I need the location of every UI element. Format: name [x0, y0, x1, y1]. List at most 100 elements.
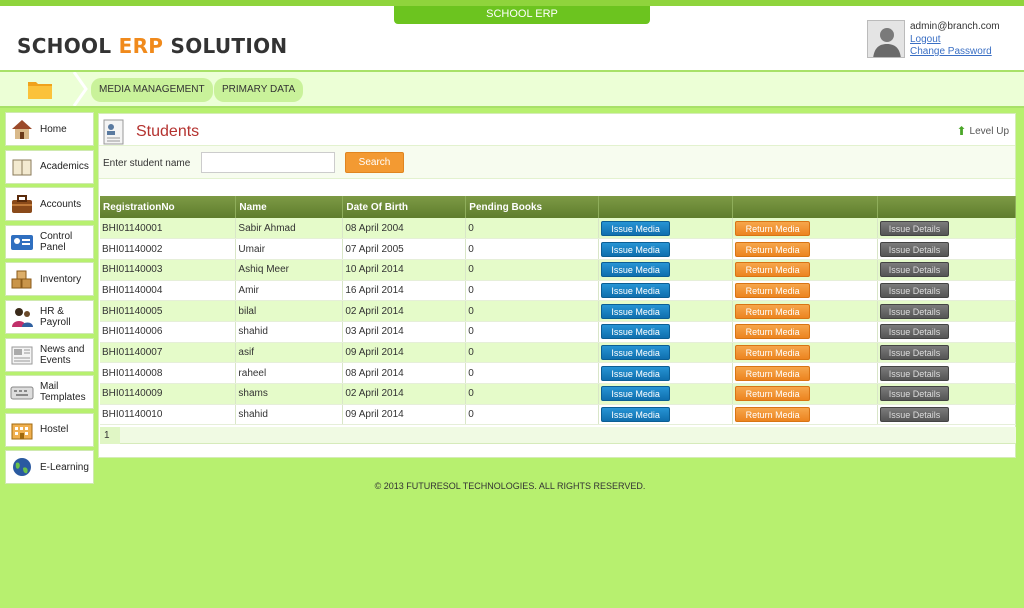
breadcrumb-media-management[interactable]: MEDIA MANAGEMENT — [91, 78, 213, 102]
building-icon — [11, 423, 33, 440]
level-up-link[interactable]: ⬆ Level Up — [956, 124, 1009, 138]
issue-details-button[interactable]: Issue Details — [880, 407, 950, 423]
issue-media-button[interactable]: Issue Media — [601, 220, 671, 236]
action-cell: Issue Details — [877, 321, 1016, 343]
issue-details-button[interactable]: Issue Details — [880, 241, 950, 257]
issue-media-button[interactable]: Issue Media — [601, 324, 671, 340]
action-cell: Return Media — [732, 321, 879, 343]
action-cell: Issue Media — [598, 300, 734, 322]
student-search-input[interactable] — [201, 152, 335, 173]
issue-media-button[interactable]: Issue Media — [601, 303, 671, 319]
user-info: admin@branch.com Logout Change Password — [910, 21, 1000, 59]
sidebar-item-mail-templates[interactable]: Mail Templates — [5, 375, 94, 410]
issue-details-button[interactable]: Issue Details — [880, 282, 950, 298]
dob-cell: 08 April 2014 — [342, 362, 467, 384]
issue-details-button[interactable]: Issue Details — [880, 386, 950, 402]
sidebar-item-control-panel[interactable]: Control Panel — [5, 224, 94, 259]
issue-details-button[interactable]: Issue Details — [880, 365, 950, 381]
change-password-link[interactable]: Change Password — [910, 46, 1000, 59]
table-row: BHI01140001 Sabir Ahmad 08 April 2004 0 Issu… — [100, 218, 1016, 240]
name-cell: shams — [235, 383, 344, 405]
issue-details-button[interactable]: Issue Details — [880, 220, 950, 236]
action-cell: Issue Media — [598, 404, 734, 426]
issue-details-button[interactable]: Issue Details — [880, 324, 950, 340]
action-cell: Issue Details — [877, 383, 1016, 405]
return-media-button[interactable]: Return Media — [735, 324, 811, 340]
issue-details-button[interactable]: Issue Details — [880, 344, 950, 360]
table-row: BHI01140006 shahid 03 April 2014 0 Issue Med… — [100, 321, 1016, 343]
search-button[interactable]: Search — [345, 152, 404, 173]
return-media-button[interactable]: Return Media — [735, 303, 811, 319]
sidebar-item-label: Inventory — [40, 273, 82, 285]
sidebar-item-label: Academics — [40, 161, 89, 173]
return-media-button[interactable]: Return Media — [735, 241, 811, 257]
sidebar-item-academics[interactable]: Academics — [5, 149, 94, 184]
sidebar-item-accounts[interactable]: Accounts — [5, 187, 94, 222]
issue-details-button[interactable]: Issue Details — [880, 262, 950, 278]
return-media-button[interactable]: Return Media — [735, 365, 811, 381]
column-header-pending-books[interactable]: Pending Books — [465, 196, 600, 218]
breadcrumb-primary-data[interactable]: PRIMARY DATA — [214, 78, 304, 102]
sidebar-item-hr-payroll[interactable]: HR & Payroll — [5, 299, 94, 334]
pending-books-cell: 0 — [465, 383, 600, 405]
action-cell: Issue Media — [598, 280, 734, 302]
sidebar-item-home[interactable]: Home — [5, 112, 94, 146]
app-logo[interactable]: SCHOOL ERP SOLUTION — [17, 34, 287, 58]
book-icon — [12, 159, 32, 176]
folder-icon[interactable] — [27, 78, 53, 100]
logout-link[interactable]: Logout — [910, 34, 1000, 47]
level-up-label: Level Up — [969, 125, 1009, 137]
sidebar-item-hostel[interactable]: Hostel — [5, 412, 94, 447]
issue-details-button[interactable]: Issue Details — [880, 303, 950, 319]
action-cell: Return Media — [732, 238, 879, 260]
action-cell: Issue Details — [877, 280, 1016, 302]
column-header-registration[interactable]: RegistrationNo — [100, 196, 237, 218]
action-cell: Issue Media — [598, 238, 734, 260]
pending-books-cell: 0 — [465, 362, 600, 384]
name-cell: shahid — [235, 321, 344, 343]
table-row: BHI01140004 Amir 16 April 2014 0 Issue Media… — [100, 280, 1016, 302]
sidebar-item-label: HR & Payroll — [40, 305, 71, 328]
issue-media-button[interactable]: Issue Media — [601, 241, 671, 257]
pending-books-cell: 0 — [465, 218, 600, 240]
return-media-button[interactable]: Return Media — [735, 344, 811, 360]
sidebar-item-inventory[interactable]: Inventory — [5, 262, 94, 297]
name-cell: Amir — [235, 280, 344, 302]
dob-cell: 03 April 2014 — [342, 321, 467, 343]
return-media-button[interactable]: Return Media — [735, 262, 811, 278]
action-cell: Issue Details — [877, 218, 1016, 240]
dob-cell: 10 April 2014 — [342, 259, 467, 281]
issue-media-button[interactable]: Issue Media — [601, 386, 671, 402]
action-cell: Issue Details — [877, 300, 1016, 322]
table-header-row: RegistrationNo Name Date Of Birth Pendin… — [100, 196, 1016, 218]
sidebar-item-label: Hostel — [40, 424, 69, 436]
newspaper-icon — [11, 346, 33, 365]
sidebar-item-e-learning[interactable]: E-Learning — [5, 450, 94, 485]
return-media-button[interactable]: Return Media — [735, 220, 811, 236]
issue-media-button[interactable]: Issue Media — [601, 407, 671, 423]
registration-cell: BHI01140001 — [100, 218, 237, 240]
action-cell: Issue Media — [598, 259, 734, 281]
sidebar-item-news-events[interactable]: News and Events — [5, 337, 94, 372]
page-number-current[interactable]: 1 — [100, 427, 120, 444]
registration-cell: BHI01140003 — [100, 259, 237, 281]
issue-media-button[interactable]: Issue Media — [601, 365, 671, 381]
column-header-name[interactable]: Name — [235, 196, 344, 218]
issue-media-button[interactable]: Issue Media — [601, 262, 671, 278]
registration-cell: BHI01140010 — [100, 404, 237, 426]
registration-cell: BHI01140002 — [100, 238, 237, 260]
student-document-icon — [103, 119, 124, 145]
issue-media-button[interactable]: Issue Media — [601, 282, 671, 298]
column-header-dob[interactable]: Date Of Birth — [342, 196, 467, 218]
return-media-button[interactable]: Return Media — [735, 386, 811, 402]
table-row: BHI01140003 Ashiq Meer 10 April 2014 0 Issue… — [100, 259, 1016, 281]
issue-media-button[interactable]: Issue Media — [601, 344, 671, 360]
home-icon — [12, 120, 32, 139]
user-email: admin@branch.com — [910, 21, 1000, 32]
table-row: BHI01140010 shahid 09 April 2014 0 Issue Med… — [100, 404, 1016, 426]
top-tab-school-erp[interactable]: SCHOOL ERP — [394, 6, 650, 24]
column-header-return — [732, 196, 879, 218]
action-cell: Issue Media — [598, 383, 734, 405]
return-media-button[interactable]: Return Media — [735, 407, 811, 423]
return-media-button[interactable]: Return Media — [735, 282, 811, 298]
